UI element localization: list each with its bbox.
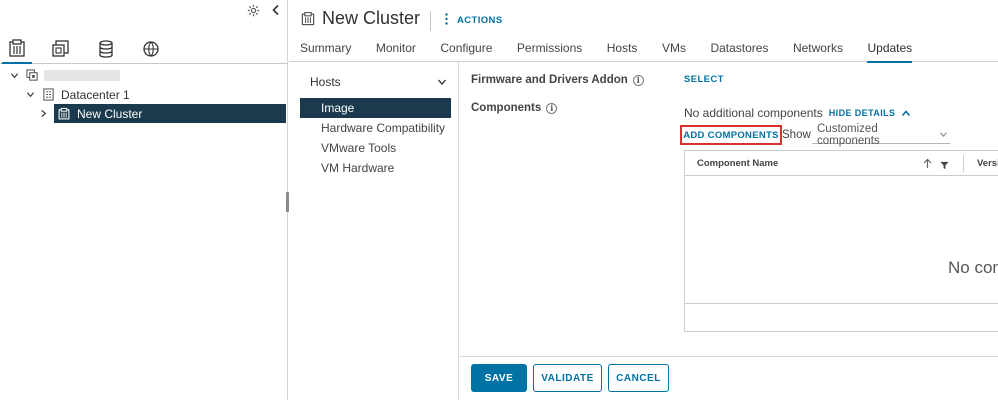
panel-resize-handle[interactable] [286,192,289,212]
subnav-item-vm-hardware[interactable]: VM Hardware [300,158,451,178]
components-label: Components [471,102,542,114]
gear-icon[interactable] [247,4,260,20]
chevron-down-icon [940,132,948,138]
chevron-down-icon[interactable] [8,70,20,82]
hosts-clusters-view-icon[interactable] [2,38,32,64]
column-header-component-name[interactable]: Component Name [697,158,778,169]
grid-header: Component Name Versi [685,151,998,176]
filter-icon[interactable] [940,158,949,173]
networking-view-icon[interactable] [140,38,162,60]
subnav-item-image[interactable]: Image [300,98,451,118]
show-filter-select[interactable]: Customized components [812,122,950,147]
chevron-down-icon [437,77,447,87]
tab-summary[interactable]: Summary [300,41,351,63]
chevron-right-icon[interactable] [37,108,49,120]
tree-row-new-cluster[interactable]: New Cluster [54,104,286,123]
tree-row-datacenter[interactable]: Datacenter 1 [24,85,130,104]
tab-datastores[interactable]: Datastores [710,41,768,63]
add-components-button[interactable]: ADD COMPONENTS [680,125,782,145]
tab-permissions[interactable]: Permissions [517,41,582,63]
tree-expander[interactable] [37,104,49,123]
collapse-panel-icon[interactable] [270,4,282,19]
save-button[interactable]: SAVE [471,364,527,392]
chevron-down-icon[interactable] [24,89,36,101]
object-tabs: Summary Monitor Configure Permissions Ho… [300,41,937,63]
inventory-navigator: Datacenter 1 New Cluster [0,0,289,400]
column-resize-handle[interactable] [963,155,964,172]
tab-configure[interactable]: Configure [440,41,492,63]
components-grid: Component Name Versi No com [684,150,998,332]
vms-templates-view-icon[interactable] [50,38,72,60]
show-filter-label: Show [782,129,811,141]
actions-menu-button[interactable]: ACTIONS [445,13,503,28]
info-icon[interactable]: i [546,102,558,114]
cluster-label: New Cluster [77,106,143,121]
content-divider [458,62,459,400]
cancel-button[interactable]: CANCEL [608,364,669,392]
hide-details-label: HIDE DETAILS [828,108,896,118]
object-header: New Cluster ACTIONS Summary Monitor Conf… [289,0,998,63]
firmware-addon-row: Firmware and Drivers Addon i [471,74,644,86]
grid-empty-message: No com [948,258,998,277]
cluster-icon [57,107,71,121]
info-icon[interactable]: i [632,74,644,86]
vertical-ellipsis-icon [445,13,448,28]
cluster-icon [300,11,316,30]
tab-updates[interactable]: Updates [867,41,913,63]
subnav-item-hardware-compatibility[interactable]: Hardware Compatibility [300,118,451,138]
subnav-section-hosts[interactable]: Hosts [300,70,451,94]
hide-details-button[interactable]: HIDE DETAILS [829,108,912,118]
title-divider [430,11,431,31]
datacenter-label: Datacenter 1 [61,87,130,102]
grid-footer [685,303,998,331]
tab-networks[interactable]: Networks [793,41,843,63]
footer-divider [459,356,998,357]
sort-arrow-icon[interactable] [923,157,932,172]
storage-view-icon[interactable] [95,38,117,60]
tab-hosts[interactable]: Hosts [607,41,638,63]
navigator-view-tabs [0,38,288,64]
select-firmware-link[interactable]: SELECT [684,74,724,85]
tab-vms[interactable]: VMs [662,41,686,63]
components-row: Components i [471,102,558,114]
page-title: New Cluster [322,8,421,28]
datacenter-icon [42,88,55,101]
validate-button[interactable]: VALIDATE [533,364,602,392]
subnav-section-label: Hosts [310,75,341,89]
updates-subnav: Hosts Image Hardware Compatibility VMwar… [300,70,451,178]
tab-monitor[interactable]: Monitor [376,41,416,63]
actions-label: ACTIONS [457,15,503,26]
firmware-addon-label: Firmware and Drivers Addon [471,74,628,86]
subnav-item-vmware-tools[interactable]: VMware Tools [300,138,451,158]
column-header-version[interactable]: Versi [977,158,998,169]
redacted-vcenter-name [44,70,120,81]
navigator-toolbar [0,0,287,24]
show-filter-value: Customized components [817,122,880,147]
tree-row-vcenter[interactable] [8,66,120,85]
vcenter-icon [26,69,39,82]
components-summary: No additional components HIDE DETAILS [684,106,911,120]
no-components-text: No additional components [684,106,823,120]
chevron-up-icon [902,110,911,117]
